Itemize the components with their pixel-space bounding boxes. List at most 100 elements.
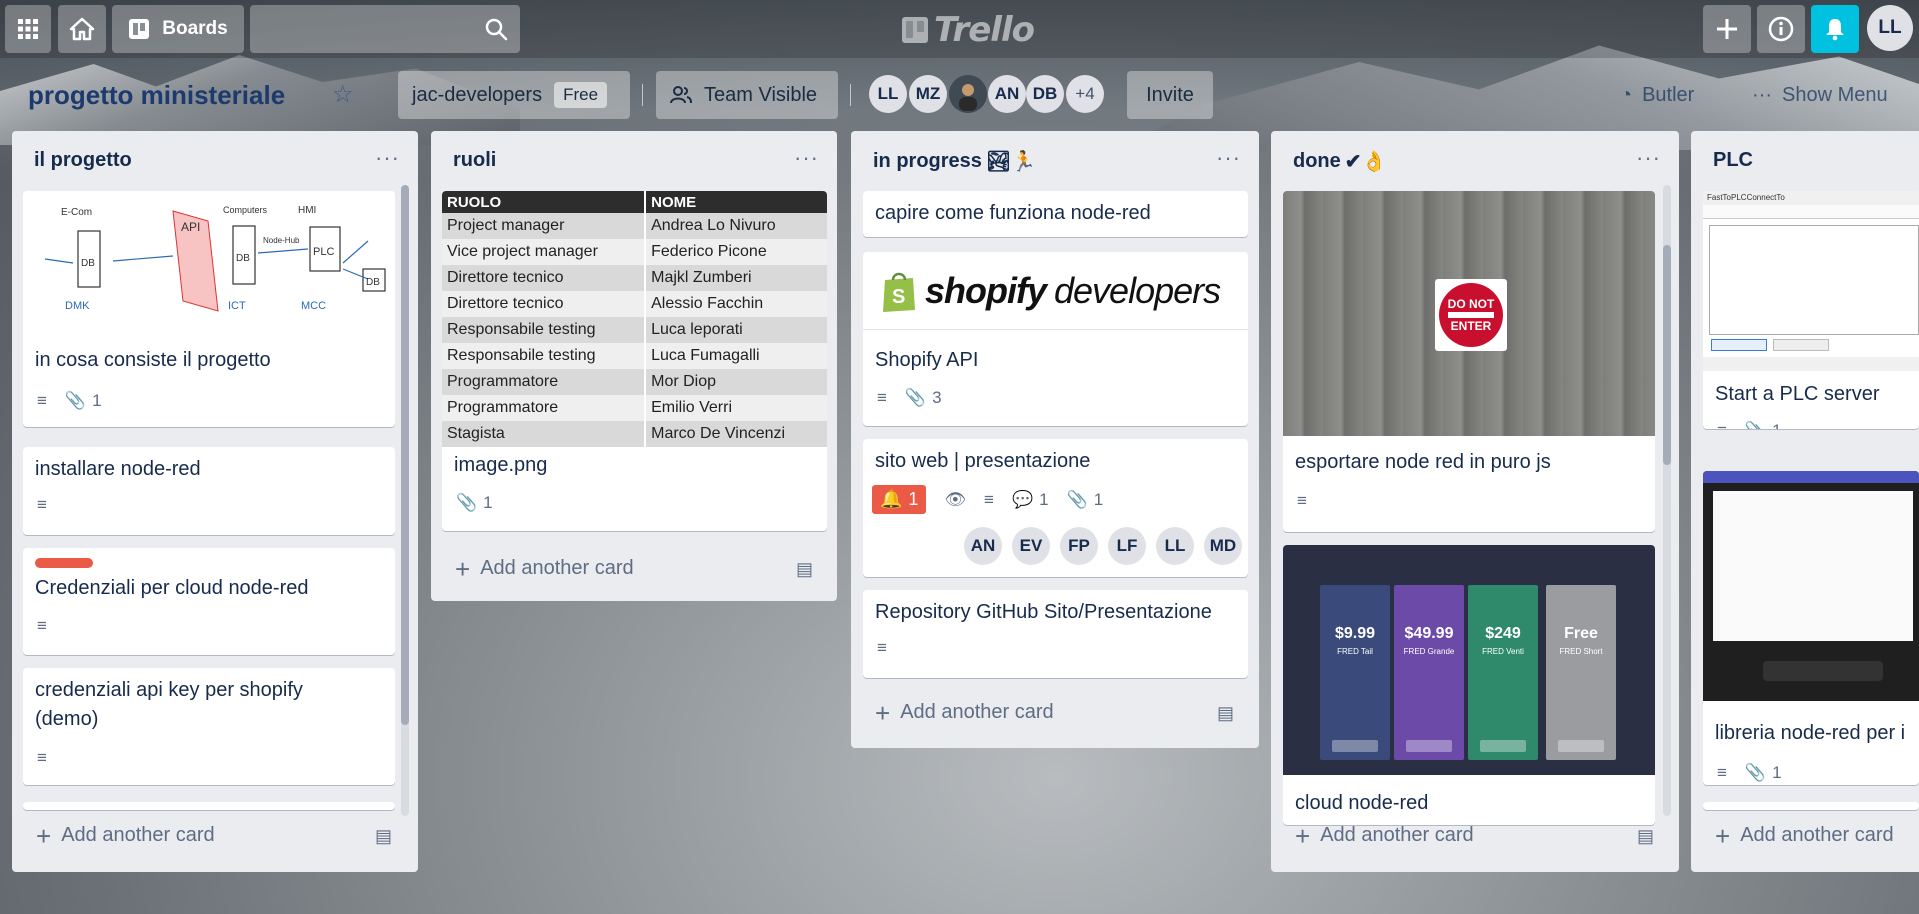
card-title: Start a PLC server <box>1715 383 1880 405</box>
list-menu-icon[interactable]: ··· <box>794 145 819 171</box>
table-cell: Andrea Lo Nivuro <box>645 213 827 239</box>
sketch-label: MCC <box>301 300 326 312</box>
list-menu-icon[interactable]: ··· <box>375 145 400 171</box>
paperclip-icon: 📎 <box>1066 489 1088 509</box>
description-icon: ≡ <box>877 638 887 657</box>
list-scrollbar[interactable] <box>401 185 409 816</box>
table-row: Programmatore Emilio Verri <box>442 395 827 421</box>
member-avatar[interactable]: MD <box>1204 527 1242 565</box>
comment-icon: 💬 <box>1011 489 1034 509</box>
card-template-icon[interactable]: ▤ <box>1217 703 1234 724</box>
list-title[interactable]: done ✔👌 <box>1293 149 1386 174</box>
add-card-button[interactable]: + Add another card <box>36 823 215 849</box>
butler-button[interactable]: ◔ Butler <box>1620 84 1694 107</box>
sketch-label: E-Com <box>61 207 92 218</box>
user-avatar[interactable]: LL <box>1867 5 1913 51</box>
watch-eye-icon: 👁 <box>944 489 967 509</box>
list-scrollbar[interactable] <box>1663 185 1671 816</box>
card[interactable]: credenziali api key per shopify (demo) ≡ <box>23 668 395 785</box>
member-avatar[interactable]: LL <box>1156 527 1194 565</box>
card[interactable]: Credenziali per cloud node-red ≡ <box>23 548 395 655</box>
card-template-icon[interactable]: ▤ <box>796 559 813 580</box>
board-title[interactable]: progetto ministeriale <box>28 80 285 111</box>
team-button[interactable]: jac-developers Free <box>398 71 630 119</box>
window-statusbar <box>1703 357 1919 371</box>
notification-count: 1 <box>908 489 919 509</box>
search-input[interactable] <box>250 5 520 53</box>
member-avatar[interactable]: AN <box>988 75 1026 113</box>
visibility-button[interactable]: Team Visible <box>656 71 838 119</box>
invite-button[interactable]: Invite <box>1127 71 1213 119</box>
show-menu-button[interactable]: ··· Show Menu <box>1752 84 1888 107</box>
add-card-button[interactable]: + Add another card <box>1295 823 1474 849</box>
card[interactable]: Repository GitHub Sito/Presentazione ≡ <box>863 590 1248 678</box>
list[interactable]: PLC FastToPLCConnectTo Start a PLC serve… <box>1691 131 1919 872</box>
add-card-button[interactable]: + Add another card <box>875 700 1054 726</box>
card[interactable]: capire come funziona node-red <box>863 191 1248 237</box>
card[interactable]: $9.99 FRED Tail $49.99 FRED Grande $249 … <box>1283 545 1655 825</box>
member-avatar-photo[interactable] <box>949 75 987 113</box>
list[interactable]: ruoli ··· RUOLO NOME Project manager Andr… <box>431 131 837 601</box>
member-avatar[interactable]: DB <box>1026 75 1064 113</box>
card[interactable]: installare node-red ≡ <box>23 447 395 535</box>
list-title[interactable]: PLC <box>1713 149 1753 172</box>
boards-button[interactable]: Boards <box>112 5 244 53</box>
card[interactable]: RUOLO NOME Project manager Andrea Lo Nivu… <box>442 191 827 531</box>
card[interactable]: S shopify developers Shopify API ≡ 📎 3 <box>863 252 1248 426</box>
member-avatar[interactable]: FP <box>1060 527 1098 565</box>
scroll-thumb[interactable] <box>1663 245 1671 465</box>
card-template-icon[interactable]: ▤ <box>1637 826 1654 847</box>
member-avatar[interactable]: EV <box>1012 527 1050 565</box>
member-avatar[interactable]: LL <box>869 75 907 113</box>
pricing-column: $9.99 FRED Tail <box>1320 585 1390 760</box>
card[interactable]: sito web | presentazione 🔔 1 👁 ≡ 💬 1 📎 1 AN… <box>863 439 1248 577</box>
card[interactable]: FastToPLCConnectTo Start a PLC server ≡ … <box>1703 191 1919 429</box>
visibility-label: Team Visible <box>704 83 818 106</box>
table-row: Vice project manager Federico Picone <box>442 239 827 265</box>
paperclip-icon: 📎 <box>1744 763 1767 782</box>
list-title[interactable]: in progress 🏞🏃 <box>873 149 1036 174</box>
attachment-badge: 📎1 <box>1745 421 1782 429</box>
attachment-count: 1 <box>483 493 493 512</box>
list[interactable]: in progress 🏞🏃 ··· capire come funziona … <box>851 131 1259 748</box>
trello-logo-icon <box>902 17 928 43</box>
description-icon: ≡ <box>37 495 47 514</box>
table-cell: Direttore tecnico <box>442 291 647 317</box>
card-cover-image: DO NOT ENTER <box>1283 191 1655 436</box>
card[interactable] <box>23 802 395 810</box>
info-button[interactable] <box>1757 5 1805 53</box>
member-avatar[interactable]: LF <box>1108 527 1146 565</box>
attachment-badge: 📎 3 <box>905 388 942 408</box>
list[interactable]: done ✔👌 ··· DO NOT ENTER esportare node … <box>1271 131 1679 872</box>
more-members-badge[interactable]: +4 <box>1066 75 1104 113</box>
pricing-price: Free <box>1564 625 1598 642</box>
apps-grid-button[interactable] <box>5 5 51 53</box>
add-card-button[interactable]: + Add another card <box>1715 823 1894 849</box>
home-button[interactable] <box>58 5 106 53</box>
list-menu-icon[interactable]: ··· <box>1636 145 1661 171</box>
sketch-label: DB <box>236 253 250 264</box>
list[interactable]: il progetto ··· E-Com API Computers Node… <box>12 131 418 872</box>
card[interactable]: DO NOT ENTER esportare node red in puro … <box>1283 191 1655 532</box>
card[interactable]: libreria node-red per i ≡ 📎 1 <box>1703 471 1919 785</box>
scroll-thumb[interactable] <box>401 185 409 725</box>
list-menu-icon[interactable]: ··· <box>1216 145 1241 171</box>
list-title[interactable]: il progetto <box>34 149 132 172</box>
card-template-icon[interactable]: ▤ <box>375 826 392 847</box>
pricing-price: $49.99 <box>1404 625 1454 642</box>
sketch-label: HMI <box>298 205 316 216</box>
trello-logo[interactable]: Trello <box>902 10 1035 50</box>
star-icon[interactable]: ☆ <box>332 80 354 109</box>
add-card-button[interactable]: + Add another card <box>455 556 634 582</box>
card[interactable] <box>1703 802 1919 810</box>
table-row: Responsabile testing Luca Fumagalli <box>442 343 827 369</box>
paperclip-icon: 📎 <box>456 493 478 512</box>
member-avatar[interactable]: MZ <box>909 75 947 113</box>
card[interactable]: E-Com API Computers Node-Hub HMI DB DB P… <box>23 191 395 427</box>
table-header: NOME <box>645 191 827 213</box>
list-title[interactable]: ruoli <box>453 149 496 172</box>
member-avatar[interactable]: AN <box>964 527 1002 565</box>
notifications-button[interactable] <box>1811 5 1859 53</box>
card-title: installare node-red <box>35 458 201 480</box>
create-button[interactable] <box>1703 5 1751 53</box>
